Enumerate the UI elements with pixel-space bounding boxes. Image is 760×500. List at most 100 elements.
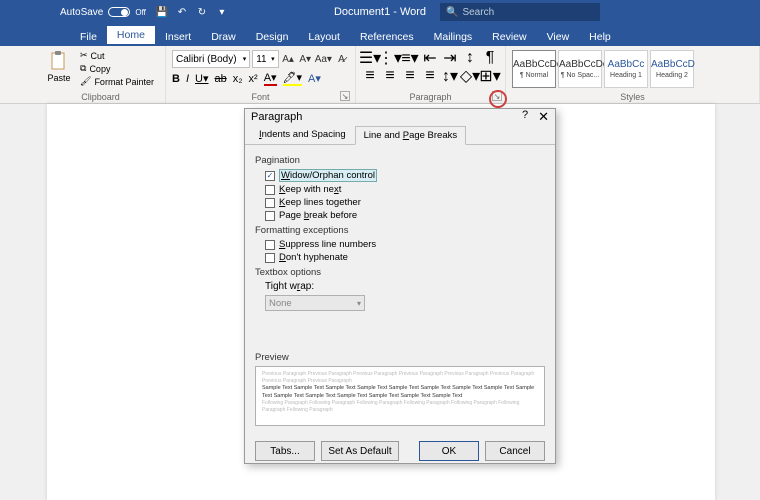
tab-references[interactable]: References: [350, 28, 424, 46]
italic-button[interactable]: I: [186, 73, 189, 85]
tabs-button[interactable]: Tabs...: [255, 441, 315, 461]
chevron-down-icon: ▾: [357, 299, 361, 308]
qat-dropdown-icon[interactable]: ▾: [216, 6, 228, 18]
dialog-titlebar: Paragraph ? ✕: [245, 109, 555, 125]
styles-group: AaBbCcDd¶ Normal AaBbCcDd¶ No Spac... Aa…: [506, 46, 760, 103]
tab-layout[interactable]: Layout: [298, 28, 350, 46]
scissors-icon: ✂: [80, 50, 88, 61]
search-icon: 🔍: [446, 7, 458, 18]
keep-with-next-checkbox[interactable]: Keep with next: [265, 184, 545, 195]
text-effects-button[interactable]: A▾: [308, 72, 321, 85]
tab-indents-spacing[interactable]: Indents and Spacing: [250, 125, 355, 144]
keep-lines-together-checkbox[interactable]: Keep lines together: [265, 197, 545, 208]
checkbox-icon: [265, 171, 275, 181]
clipboard-group: Paste ✂Cut ⧉Copy 🖌Format Painter Clipboa…: [36, 46, 166, 103]
multilevel-button[interactable]: ≡▾: [402, 50, 418, 66]
ok-button[interactable]: OK: [419, 441, 479, 461]
autosave-label: AutoSave: [60, 7, 103, 18]
page-break-before-checkbox[interactable]: Page break before: [265, 210, 545, 221]
font-launcher-icon[interactable]: ↘: [340, 91, 350, 101]
widow-orphan-checkbox[interactable]: Widow/Orphan control: [265, 169, 545, 182]
bullets-button[interactable]: ☰▾: [362, 50, 378, 66]
sort-button[interactable]: ↕: [462, 50, 478, 66]
toggle-icon: [108, 7, 130, 17]
shading-button[interactable]: ◇▾: [462, 68, 478, 84]
copy-button[interactable]: ⧉Copy: [80, 63, 154, 74]
justify-button[interactable]: ≡: [422, 68, 438, 84]
document-title: Document1 - Word: [334, 6, 426, 18]
ribbon-tabs: File Home Insert Draw Design Layout Refe…: [0, 24, 760, 46]
close-icon[interactable]: ✕: [538, 109, 549, 125]
dont-hyphenate-checkbox[interactable]: Don't hyphenate: [265, 252, 545, 263]
format-painter-button[interactable]: 🖌Format Painter: [80, 76, 154, 87]
undo-icon[interactable]: ↶: [176, 6, 188, 18]
show-marks-button[interactable]: ¶: [482, 50, 498, 66]
dialog-title-text: Paragraph: [251, 111, 302, 123]
underline-button[interactable]: U▾: [195, 72, 208, 85]
redo-icon[interactable]: ↻: [196, 6, 208, 18]
cut-button[interactable]: ✂Cut: [80, 50, 154, 61]
change-case-icon[interactable]: Aa▾: [315, 50, 332, 68]
subscript-button[interactable]: x₂: [233, 73, 243, 85]
paragraph-launcher-icon[interactable]: ↘: [492, 91, 502, 101]
tab-mailings[interactable]: Mailings: [424, 28, 483, 46]
strike-button[interactable]: ab: [214, 73, 226, 85]
highlight-button[interactable]: 🖊▾: [283, 71, 303, 86]
dialog-body: Pagination Widow/Orphan control Keep wit…: [245, 145, 555, 435]
help-icon[interactable]: ?: [522, 109, 528, 125]
ribbon: Paste ✂Cut ⧉Copy 🖌Format Painter Clipboa…: [0, 46, 760, 104]
tab-draw[interactable]: Draw: [201, 28, 246, 46]
tab-design[interactable]: Design: [246, 28, 299, 46]
checkbox-icon: [265, 240, 275, 250]
paste-button[interactable]: Paste: [42, 50, 76, 87]
superscript-button[interactable]: x²: [249, 73, 258, 85]
numbering-button[interactable]: ⋮▾: [382, 50, 398, 66]
tab-view[interactable]: View: [537, 28, 580, 46]
checkbox-icon: [265, 211, 275, 221]
style-normal[interactable]: AaBbCcDd¶ Normal: [512, 50, 556, 88]
tab-line-page-breaks[interactable]: Line and Page Breaks: [355, 126, 467, 145]
font-name-select[interactable]: Calibri (Body)▾: [172, 50, 250, 68]
tab-help[interactable]: Help: [579, 28, 621, 46]
clear-format-icon[interactable]: A̷: [334, 50, 349, 68]
textbox-options-heading: Textbox options: [255, 267, 545, 278]
style-heading1[interactable]: AaBbCcHeading 1: [604, 50, 648, 88]
paragraph-group: ☰▾ ⋮▾ ≡▾ ⇤ ⇥ ↕ ¶ ≡ ≡ ≡ ≡ ↕▾ ◇▾ ⊞▾ Paragr…: [356, 46, 506, 103]
cancel-button[interactable]: Cancel: [485, 441, 545, 461]
styles-label: Styles: [512, 92, 753, 103]
style-no-spacing[interactable]: AaBbCcDd¶ No Spac...: [558, 50, 602, 88]
tab-file[interactable]: File: [70, 28, 107, 46]
tab-review[interactable]: Review: [482, 28, 536, 46]
tab-insert[interactable]: Insert: [155, 28, 201, 46]
increase-indent-button[interactable]: ⇥: [442, 50, 458, 66]
preview-heading: Preview: [255, 352, 545, 363]
suppress-line-numbers-checkbox[interactable]: Suppress line numbers: [265, 239, 545, 250]
tight-wrap-label: Tight wrap:: [265, 281, 314, 292]
tight-wrap-select: None▾: [265, 295, 365, 311]
align-right-button[interactable]: ≡: [402, 68, 418, 84]
font-size-select[interactable]: 11▾: [252, 50, 278, 68]
decrease-indent-button[interactable]: ⇤: [422, 50, 438, 66]
save-icon[interactable]: 💾: [156, 6, 168, 18]
line-spacing-button[interactable]: ↕▾: [442, 68, 458, 84]
borders-button[interactable]: ⊞▾: [482, 68, 498, 84]
bold-button[interactable]: B: [172, 73, 180, 85]
autosave-toggle[interactable]: AutoSave Off: [60, 7, 146, 18]
formatting-exceptions-heading: Formatting exceptions: [255, 225, 545, 236]
pagination-heading: Pagination: [255, 155, 545, 166]
set-default-button[interactable]: Set As Default: [321, 441, 399, 461]
preview-box: Previous Paragraph Previous Paragraph Pr…: [255, 366, 545, 426]
font-color-button[interactable]: A▾: [264, 71, 277, 86]
align-center-button[interactable]: ≡: [382, 68, 398, 84]
align-left-button[interactable]: ≡: [362, 68, 378, 84]
increase-font-icon[interactable]: A▴: [281, 50, 296, 68]
search-box[interactable]: 🔍 Search: [440, 3, 600, 21]
chevron-down-icon: ▾: [243, 55, 247, 63]
style-heading2[interactable]: AaBbCcDHeading 2: [650, 50, 694, 88]
autosave-state: Off: [135, 8, 146, 17]
decrease-font-icon[interactable]: A▾: [298, 50, 313, 68]
paragraph-dialog: Paragraph ? ✕ Indents and Spacing Line a…: [244, 108, 556, 464]
tab-home[interactable]: Home: [107, 26, 155, 46]
copy-icon: ⧉: [80, 63, 86, 74]
checkbox-icon: [265, 253, 275, 263]
